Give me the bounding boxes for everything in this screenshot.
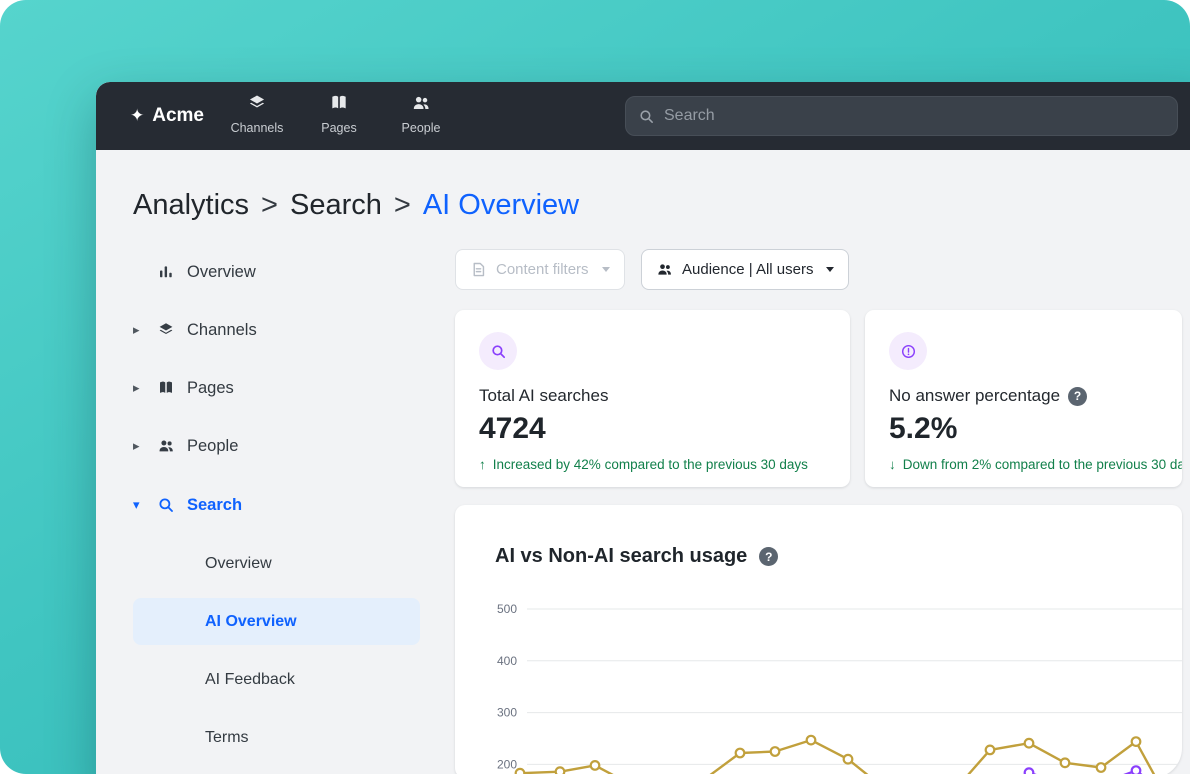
sidebar-item-label: Search: [187, 495, 243, 514]
people-icon: [411, 93, 431, 118]
nav-item-label: People: [401, 121, 441, 135]
nav-item-label: Pages: [321, 121, 357, 135]
gold-series-marker: [984, 744, 996, 756]
sidebar-item-label: People: [187, 436, 239, 455]
breadcrumb: Analytics > Search > AI Overview: [133, 189, 579, 222]
stat-card-total-ai-searches: Total AI searches 4724 ↑ Increased by 42…: [455, 310, 850, 487]
subitem-label: Terms: [205, 728, 249, 746]
search-icon: [157, 496, 187, 514]
gold-series-marker: [589, 760, 601, 771]
sidebar-item-people[interactable]: ▸ People: [133, 423, 420, 469]
chevron-down-icon: [826, 267, 835, 272]
sparkle-icon: ✦: [130, 106, 145, 125]
sidebar-subitem-overview[interactable]: Overview: [133, 540, 420, 587]
y-tick-label: 500: [497, 602, 517, 616]
alert-circle-icon: [889, 332, 927, 370]
stat-card-no-answer-percentage: No answer percentage ? 5.2% ↓ Down from …: [865, 310, 1182, 487]
sidebar-subitem-terms[interactable]: Terms: [133, 714, 420, 761]
stat-title: No answer percentage: [889, 386, 1061, 405]
sidebar-subitem-ai-overview[interactable]: AI Overview: [133, 598, 420, 645]
gold-series-marker: [1023, 737, 1035, 749]
breadcrumb-separator: >: [261, 189, 278, 221]
gold-series-marker: [734, 747, 746, 759]
nav-item-pages[interactable]: Pages: [302, 93, 376, 135]
people-icon: [157, 437, 187, 455]
breadcrumb-analytics[interactable]: Analytics: [133, 189, 249, 222]
stat-title: Total AI searches: [479, 386, 609, 405]
sidebar-item-label: Overview: [187, 262, 256, 281]
gold-series-marker: [1130, 736, 1142, 748]
chart-card: 500 400 300 200 AI vs Non-AI search usage ?: [455, 505, 1182, 774]
gold-series-marker: [514, 767, 526, 774]
gold-series-marker: [769, 746, 781, 757]
subitem-label: AI Overview: [205, 612, 297, 630]
search-input[interactable]: [664, 107, 1165, 125]
sidebar-item-overview[interactable]: Overview: [133, 249, 420, 295]
gold-series-marker: [805, 734, 817, 746]
document-icon: [473, 262, 485, 277]
y-tick-label: 400: [497, 654, 517, 668]
caret-right-icon[interactable]: ▸: [133, 322, 157, 338]
audience-label: Audience | All users: [682, 261, 814, 278]
caret-right-icon[interactable]: ▸: [133, 380, 157, 396]
search-icon: [640, 109, 653, 123]
breadcrumb-current: AI Overview: [422, 189, 580, 221]
stat-value: 5.2%: [889, 412, 958, 445]
layers-icon: [157, 321, 187, 339]
search-icon: [479, 332, 517, 370]
sidebar-item-label: Pages: [187, 378, 234, 397]
chevron-down-icon: [601, 267, 610, 272]
purple-series-marker: [1130, 765, 1142, 774]
arrow-up-icon: ↑: [479, 457, 486, 472]
stat-trend: ↓ Down from 2% compared to the previous …: [889, 457, 1182, 472]
nav-item-people[interactable]: People: [384, 93, 458, 135]
gold-series-line: [519, 738, 1156, 774]
book-icon: [157, 379, 187, 397]
arrow-down-icon: ↓: [889, 457, 896, 472]
logo-text: Acme: [152, 105, 204, 126]
gold-series-marker: [554, 766, 566, 774]
sidebar-item-channels[interactable]: ▸ Channels: [133, 307, 420, 353]
stat-value: 4724: [479, 412, 546, 445]
sidebar-item-search[interactable]: ▾ Search: [133, 482, 420, 528]
gold-series-marker: [842, 753, 854, 765]
y-tick-label: 200: [497, 757, 517, 771]
bar-chart-icon: [157, 263, 187, 281]
content-filters-dropdown[interactable]: Content filters: [455, 249, 625, 290]
sidebar-item-pages[interactable]: ▸ Pages: [133, 365, 420, 411]
breadcrumb-search[interactable]: Search: [290, 189, 382, 222]
help-icon[interactable]: ?: [759, 547, 779, 566]
nav-item-label: Channels: [230, 121, 284, 135]
page: ✦ Acme Channels Pages People Search Anal…: [0, 0, 1190, 774]
layers-icon: [247, 93, 267, 118]
subitem-label: AI Feedback: [205, 670, 295, 688]
top-navbar: ✦ Acme Channels Pages People: [96, 82, 1190, 150]
people-icon: [658, 264, 671, 275]
sidebar-subitem-ai-feedback[interactable]: AI Feedback: [133, 656, 420, 703]
subitem-label: Overview: [205, 554, 272, 572]
audience-dropdown[interactable]: Audience | All users: [641, 249, 850, 290]
navbar-search: [625, 96, 1178, 136]
gold-series-marker: [1059, 757, 1071, 769]
content-filters-label: Content filters: [496, 261, 589, 278]
chart-title: AI vs Non-AI search usage: [495, 545, 748, 567]
sidebar-item-label: Channels: [187, 320, 257, 339]
help-icon[interactable]: ?: [1068, 386, 1088, 406]
stat-trend: ↑ Increased by 42% compared to the previ…: [479, 457, 808, 472]
purple-series-marker: [1023, 767, 1035, 774]
book-icon: [329, 93, 349, 118]
acme-logo[interactable]: ✦ Acme: [130, 82, 204, 150]
caret-right-icon[interactable]: ▸: [133, 438, 157, 454]
gold-series-marker: [1095, 762, 1107, 773]
caret-down-icon[interactable]: ▾: [133, 497, 157, 513]
nav-item-channels[interactable]: Channels: [220, 93, 294, 135]
app-window: ✦ Acme Channels Pages People Search Anal…: [96, 82, 1190, 774]
y-tick-label: 300: [497, 706, 517, 720]
breadcrumb-separator: >: [393, 189, 411, 221]
